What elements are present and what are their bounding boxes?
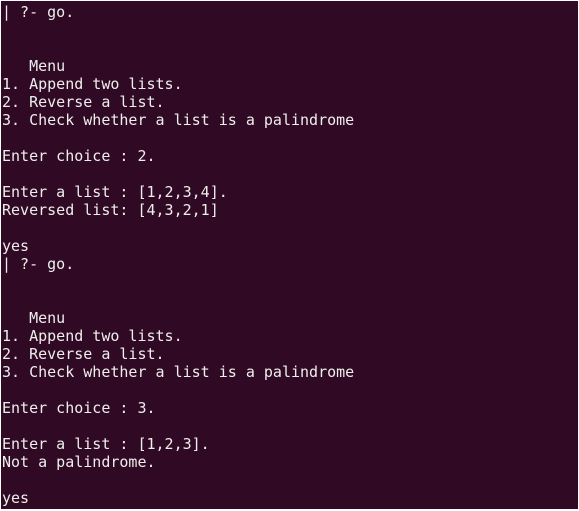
yes-line: yes bbox=[2, 489, 30, 507]
list-input-line: Enter a list : [1,2,3]. bbox=[2, 435, 210, 453]
menu-option-reverse: 2. Reverse a list. bbox=[2, 93, 165, 111]
result-line: Reversed list: [4,3,2,1] bbox=[2, 201, 219, 219]
prompt-line: | ?- go. bbox=[2, 255, 75, 273]
menu-option-append: 1. Append two lists. bbox=[2, 327, 183, 345]
choice-line: Enter choice : 2. bbox=[2, 147, 156, 165]
menu-option-palindrome: 3. Check whether a list is a palindrome bbox=[2, 111, 355, 129]
result-line: Not a palindrome. bbox=[2, 453, 156, 471]
menu-option-reverse: 2. Reverse a list. bbox=[2, 345, 165, 363]
list-input-line: Enter a list : [1,2,3,4]. bbox=[2, 183, 228, 201]
yes-line: yes bbox=[2, 237, 30, 255]
terminal-window[interactable]: | ?- go. Menu 1. Append two lists. 2. Re… bbox=[1, 1, 578, 509]
menu-title: Menu bbox=[2, 57, 66, 75]
prompt-line: | ?- go. bbox=[2, 3, 75, 21]
choice-line: Enter choice : 3. bbox=[2, 399, 156, 417]
menu-title: Menu bbox=[2, 309, 66, 327]
menu-option-palindrome: 3. Check whether a list is a palindrome bbox=[2, 363, 355, 381]
menu-option-append: 1. Append two lists. bbox=[2, 75, 183, 93]
